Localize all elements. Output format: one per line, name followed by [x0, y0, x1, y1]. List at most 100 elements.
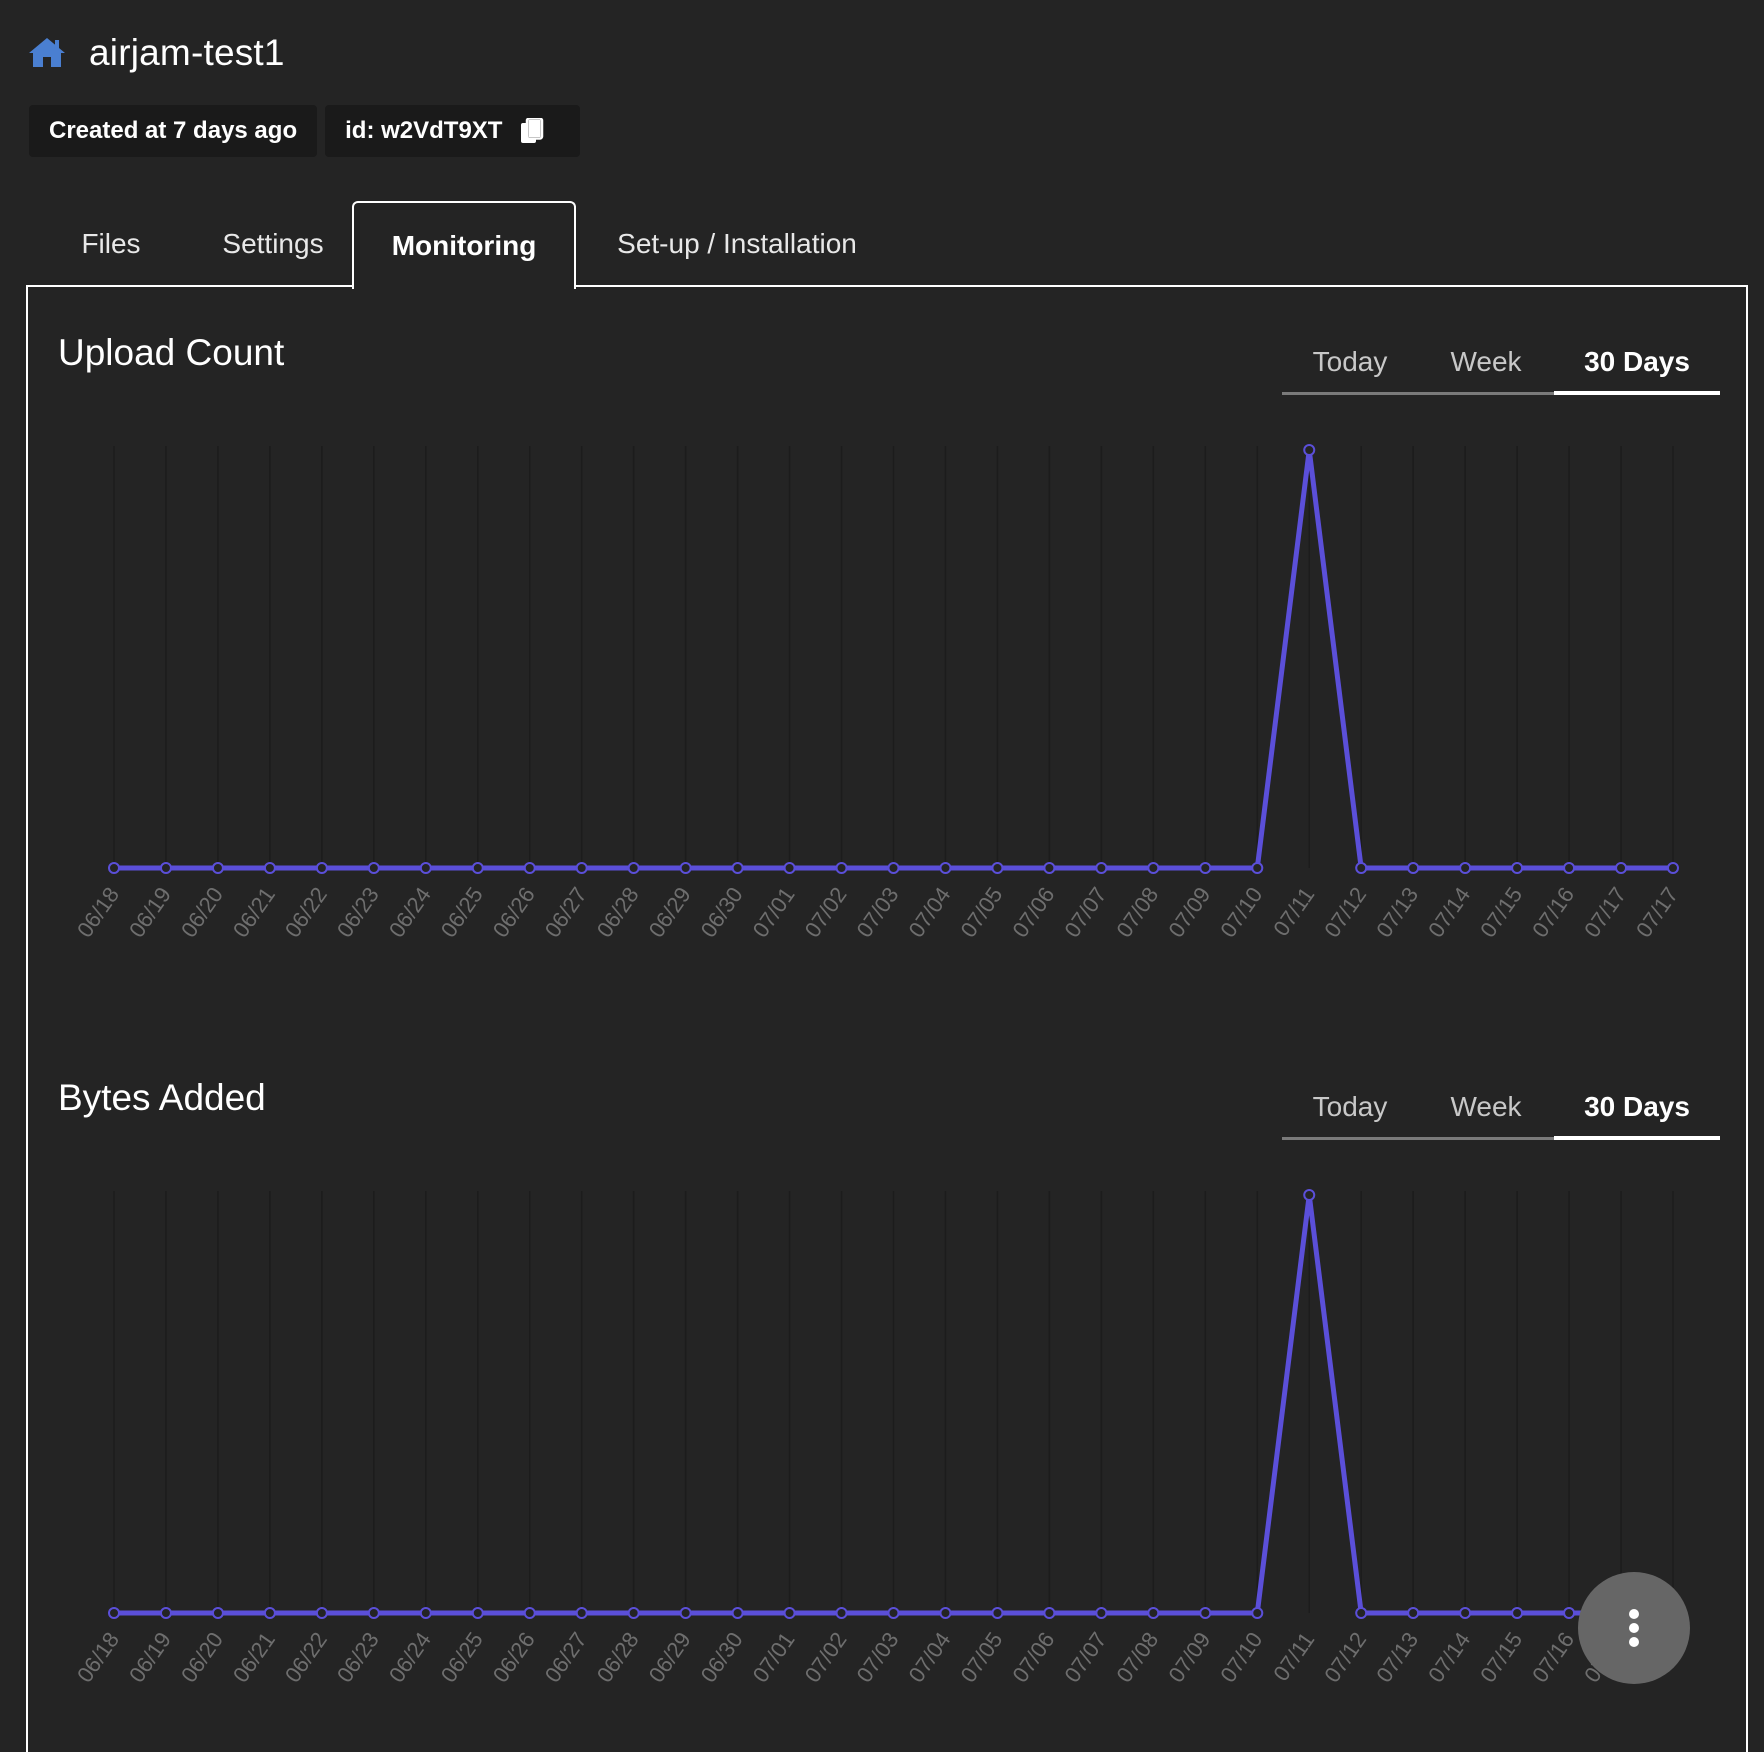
x-tick-label: 07/02: [800, 883, 852, 942]
x-tick-label: 07/16: [1527, 1628, 1579, 1687]
data-point: [1303, 1189, 1316, 1201]
data-point: [1199, 1607, 1212, 1619]
tab-files[interactable]: Files: [41, 201, 181, 287]
data-point: [315, 1607, 328, 1619]
x-tick-label: 06/30: [696, 1628, 748, 1687]
x-tick-label: 06/24: [384, 1628, 436, 1687]
data-point: [627, 1607, 640, 1619]
data-point: [1511, 862, 1524, 874]
created-badge: Created at 7 days ago: [29, 105, 318, 157]
x-tick-label: 06/20: [176, 883, 228, 942]
data-point: [835, 1607, 848, 1619]
tab-monitoring[interactable]: Monitoring: [352, 201, 576, 289]
x-tick-label: 07/09: [1163, 1628, 1215, 1687]
x-tick-label: 06/18: [72, 883, 124, 942]
data-point: [783, 862, 796, 874]
x-tick-label: 06/30: [696, 883, 748, 942]
x-tick-label: 07/04: [904, 1628, 956, 1687]
x-tick-label: 06/19: [124, 1628, 176, 1687]
data-point: [471, 862, 484, 874]
x-tick-label: 07/15: [1475, 1628, 1527, 1687]
x-tick-label: 07/03: [852, 1628, 904, 1687]
x-tick-label: 06/26: [488, 883, 540, 942]
home-icon[interactable]: [27, 33, 67, 73]
x-tick-label: 07/03: [852, 883, 904, 942]
tab-bar: Files Settings Monitoring Set-up / Insta…: [27, 201, 1749, 289]
x-tick-label: 06/29: [644, 1628, 696, 1687]
x-tick-label: 06/27: [540, 883, 592, 942]
data-point: [939, 1607, 952, 1619]
x-tick-label: 06/28: [592, 1628, 644, 1687]
data-point: [523, 862, 536, 874]
x-tick-label: 07/01: [748, 883, 800, 942]
data-point: [211, 1607, 224, 1619]
x-tick-label: 06/28: [592, 883, 644, 942]
data-point: [1615, 862, 1628, 874]
x-tick-label: 06/21: [228, 883, 280, 942]
data-point: [1303, 444, 1316, 456]
x-tick-label: 07/12: [1319, 1628, 1371, 1687]
x-tick-label: 07/06: [1007, 1628, 1059, 1687]
tab-label: Set-up / Installation: [617, 228, 857, 259]
tab-setup-installation[interactable]: Set-up / Installation: [587, 201, 887, 287]
x-tick-label: 06/27: [540, 1628, 592, 1687]
more-options-button[interactable]: [1578, 1572, 1690, 1684]
x-tick-label: 07/13: [1371, 1628, 1423, 1687]
x-tick-label: 07/16: [1527, 883, 1579, 942]
x-tick-label: 06/25: [436, 1628, 488, 1687]
chart-title: Bytes Added: [58, 1077, 266, 1118]
data-point: [1459, 862, 1472, 874]
created-label: Created at 7 days ago: [49, 117, 298, 144]
data-point: [1459, 1607, 1472, 1619]
id-label: id: w2VdT9XT: [345, 117, 503, 144]
data-point: [991, 862, 1004, 874]
data-point: [1095, 862, 1108, 874]
x-tick-label: 07/01: [748, 1628, 800, 1687]
data-point: [108, 1607, 120, 1619]
data-point: [1563, 1607, 1576, 1619]
data-point: [575, 862, 588, 874]
page: airjam-test1 Created at 7 days ago id: w…: [0, 0, 1764, 1752]
x-tick-label: 07/17: [1579, 883, 1631, 942]
data-point: [159, 862, 172, 874]
data-point: [159, 1607, 172, 1619]
x-tick-label: 07/05: [955, 1628, 1007, 1687]
tab-label: Files: [81, 228, 141, 259]
data-point: [835, 862, 848, 874]
data-point: [1563, 862, 1576, 874]
data-point: [1251, 862, 1264, 874]
x-tick-label: 07/08: [1111, 883, 1163, 942]
tab-label: Settings: [222, 228, 324, 259]
x-tick-label: 07/04: [904, 883, 956, 942]
data-point: [1095, 1607, 1108, 1619]
monitoring-panel: Upload Count Today Week 30 Days 06/18 06/…: [26, 285, 1748, 1752]
data-point: [939, 862, 952, 874]
range-selector: Today Week 30 Days: [1282, 332, 1720, 395]
x-tick-label: 06/22: [280, 883, 332, 942]
data-point: [1407, 1607, 1420, 1619]
data-point: [419, 862, 432, 874]
data-point: [211, 862, 224, 874]
x-tick-label: 06/24: [384, 883, 436, 942]
data-point: [1147, 1607, 1160, 1619]
range-tab-today[interactable]: Today: [1282, 332, 1418, 392]
range-tab-label: 30 Days: [1584, 1090, 1690, 1122]
data-point: [1407, 862, 1420, 874]
x-tick-label: 07/14: [1423, 1628, 1475, 1687]
x-tick-label: 07/10: [1215, 883, 1267, 942]
copy-icon[interactable]: [520, 117, 544, 144]
x-tick-label: 07/06: [1007, 883, 1059, 942]
x-tick-label: 06/19: [124, 883, 176, 942]
range-tab-week[interactable]: Week: [1418, 332, 1554, 392]
range-tab-today[interactable]: Today: [1282, 1077, 1418, 1137]
data-point: [1043, 1607, 1056, 1619]
x-tick-label: 07/10: [1215, 1628, 1267, 1687]
range-tab-30-days[interactable]: 30 Days: [1554, 1077, 1720, 1140]
x-tick-label: 06/26: [488, 1628, 540, 1687]
data-point: [263, 862, 276, 874]
data-point: [679, 1607, 692, 1619]
range-tab-label: 30 Days: [1584, 345, 1690, 377]
tab-settings[interactable]: Settings: [193, 201, 353, 287]
range-tab-30-days[interactable]: 30 Days: [1554, 332, 1720, 395]
range-tab-week[interactable]: Week: [1418, 1077, 1554, 1137]
